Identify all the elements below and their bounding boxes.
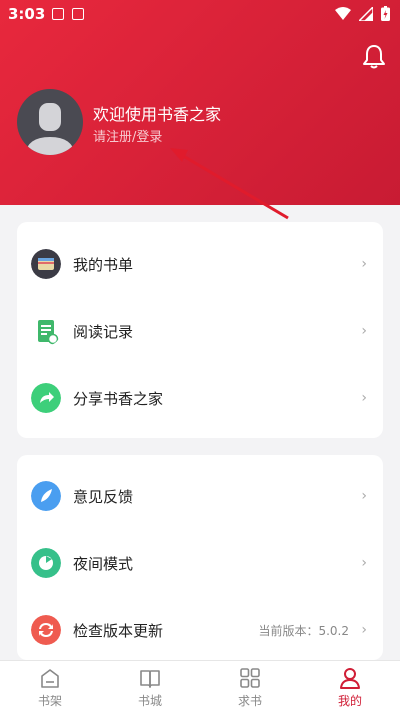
menu-item-label: 意见反馈 xyxy=(73,488,134,506)
feedback-icon xyxy=(31,481,61,511)
menu-item-booklist[interactable]: 我的书单 › xyxy=(17,231,383,297)
chevron-right-icon: › xyxy=(361,622,367,638)
default-avatar-icon xyxy=(25,103,75,155)
bell-icon[interactable] xyxy=(362,44,386,70)
tab-bookshelf[interactable]: 书架 xyxy=(0,661,100,711)
status-time: 3:03 xyxy=(8,5,46,23)
menu-item-night-mode[interactable]: 夜间模式 › xyxy=(17,530,383,596)
menu-card-secondary: 意见反馈 › 夜间模式 › 检查版本更新 当前版本：5.0.2 › xyxy=(17,455,383,660)
chevron-right-icon: › xyxy=(361,256,367,272)
annotation-arrow-icon xyxy=(170,148,289,220)
tab-bookstore[interactable]: 书城 xyxy=(100,661,200,711)
booklist-icon xyxy=(31,249,61,279)
menu-card-primary: 我的书单 › 阅读记录 › 分享书香之家 › xyxy=(17,222,383,438)
menu-item-label: 阅读记录 xyxy=(73,323,134,341)
tab-label: 书架 xyxy=(37,694,62,708)
share-icon xyxy=(31,383,61,413)
chevron-right-icon: › xyxy=(361,555,367,571)
menu-item-label: 分享书香之家 xyxy=(73,390,164,408)
status-indicators xyxy=(335,6,390,21)
app-notification-icon xyxy=(72,8,84,20)
menu-item-label: 我的书单 xyxy=(73,256,134,274)
chevron-right-icon: › xyxy=(361,488,367,504)
tab-label: 书城 xyxy=(137,694,162,708)
status-bar: 3:03 xyxy=(0,0,400,28)
tab-label: 求书 xyxy=(237,694,262,708)
chevron-right-icon: › xyxy=(361,323,367,339)
menu-item-label: 检查版本更新 xyxy=(73,622,164,640)
welcome-text: 欢迎使用书香之家 xyxy=(93,105,222,124)
reading-record-icon xyxy=(38,320,59,345)
bookstore-icon xyxy=(140,670,160,688)
menu-item-share[interactable]: 分享书香之家 › xyxy=(17,365,383,431)
tab-profile[interactable]: 我的 xyxy=(300,661,400,711)
request-book-icon xyxy=(240,668,260,688)
bookshelf-icon xyxy=(41,669,59,688)
wifi-icon xyxy=(335,6,351,20)
profile-icon xyxy=(340,668,360,689)
avatar[interactable] xyxy=(17,89,83,155)
tab-request-book[interactable]: 求书 xyxy=(200,661,300,711)
bottom-tab-bar: 书架 书城 求书 我的 xyxy=(0,660,400,711)
current-version-text: 当前版本：5.0.2 xyxy=(258,624,349,638)
menu-item-label: 夜间模式 xyxy=(73,555,134,573)
chevron-right-icon: › xyxy=(361,390,367,406)
night-mode-icon xyxy=(31,548,61,578)
menu-item-reading-record[interactable]: 阅读记录 › xyxy=(17,298,383,364)
menu-item-check-update[interactable]: 检查版本更新 当前版本：5.0.2 › xyxy=(17,597,383,660)
tab-label: 我的 xyxy=(337,694,362,708)
gallery-notification-icon xyxy=(52,8,64,20)
battery-icon xyxy=(381,6,390,21)
update-icon xyxy=(31,615,61,645)
signal-icon xyxy=(359,6,373,21)
register-login-link[interactable]: 请注册/登录 xyxy=(93,126,162,145)
menu-item-feedback[interactable]: 意见反馈 › xyxy=(17,463,383,529)
